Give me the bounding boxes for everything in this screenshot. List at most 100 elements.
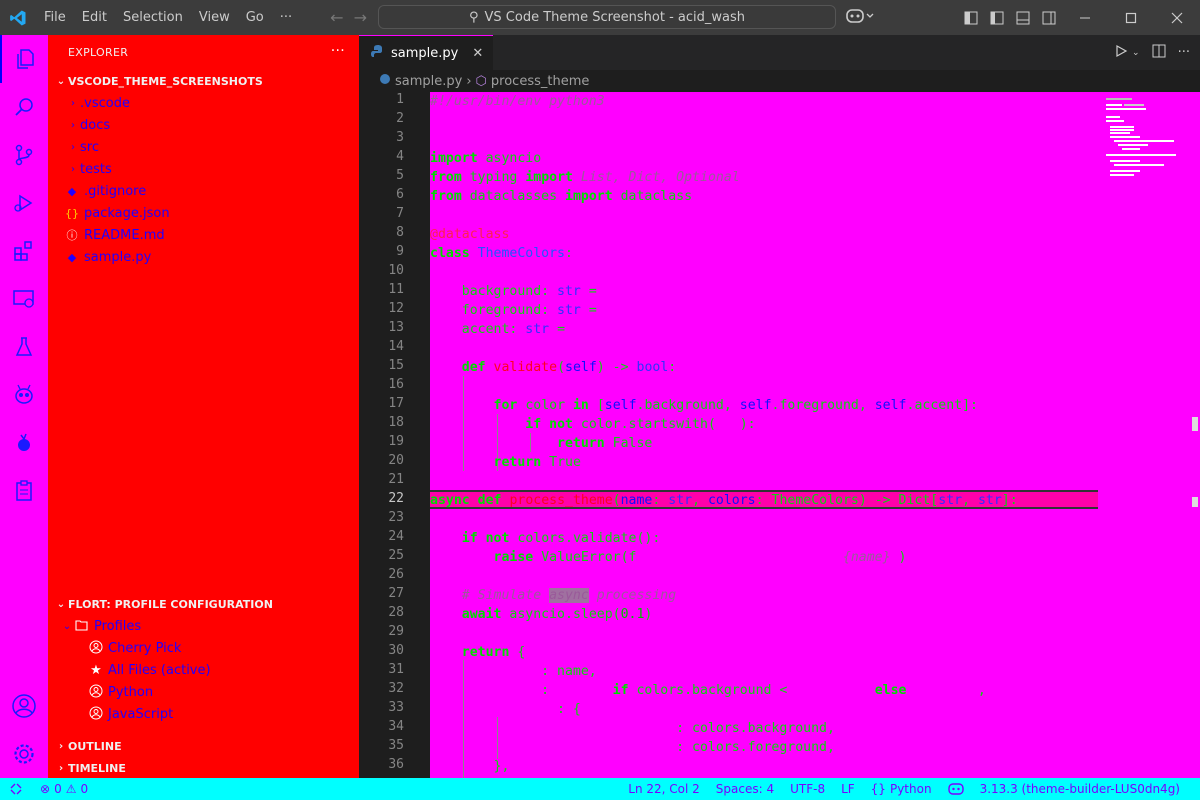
code-editor[interactable]: #!/usr/bin/env python3 import asyncio fr… (430, 92, 1200, 778)
split-editor-icon[interactable] (1152, 44, 1166, 62)
back-arrow-icon[interactable]: ← (330, 8, 343, 27)
error-count: 0 (54, 782, 62, 796)
profile-label: All Files (active) (108, 662, 211, 678)
menu-go[interactable]: Go (238, 0, 272, 35)
tab-close-icon[interactable]: ✕ (472, 46, 483, 61)
search-icon[interactable] (0, 83, 48, 131)
folder-label: docs (80, 117, 111, 133)
folder-label: .vscode (80, 95, 130, 111)
code-line: await asyncio.sleep(0.1) (461, 607, 653, 622)
profiles-folder[interactable]: ⌄ Profiles (48, 615, 359, 637)
minimap[interactable] (1106, 96, 1186, 186)
close-icon[interactable] (1154, 0, 1200, 35)
profile-item[interactable]: Python (48, 681, 359, 703)
line-number: 4 (396, 149, 404, 164)
timeline-section-header[interactable]: › TIMELINE (48, 757, 359, 779)
scrollbar-marker[interactable] (1192, 497, 1198, 507)
explorer-icon[interactable] (0, 35, 48, 83)
activity-bar (0, 35, 48, 778)
profile-label: JavaScript (108, 706, 174, 722)
code-line: if not colors.validate(): (461, 531, 661, 546)
workspace-section-header[interactable]: ⌄ VSCODE_THEME_SCREENSHOTS (48, 70, 359, 92)
chevron-right-icon: › (58, 740, 64, 752)
remote-explorer-icon[interactable] (0, 275, 48, 323)
testing-icon[interactable] (0, 323, 48, 371)
python-interpreter[interactable]: 3.13.3 (theme-builder-LUS0dn4g) (972, 782, 1200, 796)
toggle-secondary-sidebar-icon[interactable] (1036, 0, 1062, 35)
line-number: 28 (388, 605, 404, 620)
source-control-icon[interactable] (0, 131, 48, 179)
profile-section-header[interactable]: ⌄ FLORT: PROFILE CONFIGURATION (48, 593, 359, 615)
profile-item[interactable]: Cherry Pick (48, 637, 359, 659)
profile-item[interactable]: JavaScript (48, 703, 359, 725)
run-dropdown-icon[interactable]: ⌄ (1132, 48, 1140, 58)
toggle-sidebar-icon[interactable] (984, 0, 1010, 35)
code-line: }, (493, 759, 510, 774)
toggle-panel-icon[interactable] (1010, 0, 1036, 35)
line-number: 2 (396, 111, 404, 126)
settings-gear-icon[interactable] (0, 730, 48, 778)
code-line: if not color.startswith( ): (525, 417, 756, 432)
menu-selection[interactable]: Selection (115, 0, 191, 35)
cherry-icon[interactable] (0, 419, 48, 467)
copilot-status-icon[interactable] (940, 783, 972, 795)
menu-file[interactable]: File (36, 0, 74, 35)
folder-vscode[interactable]: › .vscode (48, 92, 359, 114)
alien-icon[interactable] (0, 371, 48, 419)
profile-item-active[interactable]: ★ All Files (active) (48, 659, 359, 681)
file-sample-py[interactable]: ◆ sample.py (48, 246, 359, 268)
file-label: sample.py (84, 249, 152, 265)
chevron-right-icon: › (71, 97, 75, 109)
line-number: 6 (396, 187, 404, 202)
cursor-position[interactable]: Ln 22, Col 2 (620, 782, 708, 796)
minimize-icon[interactable] (1062, 0, 1108, 35)
forward-arrow-icon[interactable]: → (354, 8, 367, 27)
extensions-icon[interactable] (0, 227, 48, 275)
scrollbar-marker[interactable] (1192, 417, 1198, 431)
copilot-icon[interactable] (846, 8, 876, 28)
breadcrumb-symbol[interactable]: process_theme (491, 74, 589, 89)
remote-indicator[interactable] (0, 783, 32, 795)
indentation[interactable]: Spaces: 4 (708, 782, 782, 796)
window-title: VS Code Theme Screenshot - acid_wash (484, 9, 745, 25)
line-number: 1 (396, 92, 404, 107)
run-file-icon[interactable] (1114, 44, 1128, 62)
file-readme[interactable]: ⓘ README.md (48, 224, 359, 246)
line-number: 12 (388, 301, 404, 316)
problems-indicator[interactable]: ⊗ 0 ⚠ 0 (32, 782, 96, 796)
python-file-icon (371, 44, 385, 62)
file-package-json[interactable]: {} package.json (48, 202, 359, 224)
line-number: 14 (388, 339, 404, 354)
line-number: 32 (388, 681, 404, 696)
clipboard-icon[interactable] (0, 467, 48, 515)
outline-section-header[interactable]: › OUTLINE (48, 735, 359, 757)
line-number: 9 (396, 244, 404, 259)
menu-more[interactable]: ··· (272, 0, 300, 35)
explorer-header: EXPLORER ··· (48, 35, 359, 70)
breadcrumb-file[interactable]: sample.py (395, 74, 462, 89)
file-gitignore[interactable]: ◆ .gitignore (48, 180, 359, 202)
maximize-icon[interactable] (1108, 0, 1154, 35)
code-area[interactable]: 1 2 3 4 5 6 7 8 9 10 11 12 13 14 15 16 17 18 19 20 21 22 23 24 2… (359, 92, 1200, 778)
folder-src[interactable]: › src (48, 136, 359, 158)
menu-edit[interactable]: Edit (74, 0, 115, 35)
line-number: 36 (388, 757, 404, 772)
more-actions-icon[interactable]: ··· (331, 43, 345, 59)
menu-view[interactable]: View (191, 0, 238, 35)
accounts-icon[interactable] (0, 682, 48, 730)
run-debug-icon[interactable] (0, 179, 48, 227)
language-mode[interactable]: {} Python (863, 782, 940, 796)
encoding[interactable]: UTF-8 (782, 782, 833, 796)
command-center-search[interactable]: ⚲ VS Code Theme Screenshot - acid_wash (378, 5, 836, 29)
symbol-method-icon: ⬡ (475, 73, 487, 89)
editor-more-actions-icon[interactable]: ··· (1178, 45, 1190, 60)
code-line: return { (461, 645, 526, 660)
chevron-down-icon: ⌄ (62, 620, 72, 632)
tab-sample-py[interactable]: sample.py ✕ (359, 35, 494, 70)
breadcrumb: sample.py › ⬡ process_theme (359, 70, 1200, 92)
line-number: 3 (396, 130, 404, 145)
customize-layout-icon[interactable] (958, 0, 984, 35)
end-of-line[interactable]: LF (833, 782, 863, 796)
folder-tests[interactable]: › tests (48, 158, 359, 180)
folder-docs[interactable]: › docs (48, 114, 359, 136)
